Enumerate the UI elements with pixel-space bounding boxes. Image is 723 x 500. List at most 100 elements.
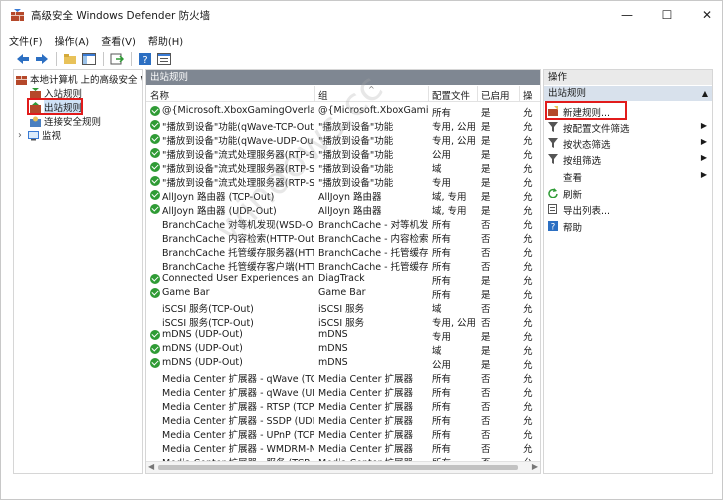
action-item[interactable]: 导出列表... [544, 201, 712, 217]
table-row[interactable]: BranchCache 托管缓存客户端(HTTP-O... BranchCache… [146, 258, 540, 273]
rule-enabled-cell: 否 [481, 220, 491, 231]
column-divider[interactable] [519, 86, 520, 102]
scroll-right-icon[interactable]: ▶ [532, 462, 538, 471]
column-divider[interactable] [477, 86, 478, 102]
table-row[interactable]: Media Center 扩展器 - RTSP (TCP-Out) Media C… [146, 398, 540, 413]
monitor-icon [28, 130, 39, 140]
rule-action-cell: 允 [523, 444, 533, 455]
column-header-enabled[interactable]: 已启用 [481, 88, 510, 102]
action-item[interactable]: 按组筛选 ▶ [544, 151, 712, 167]
tree-root-label: 本地计算机 上的高级安全 Windows [30, 75, 142, 86]
export-icon[interactable] [109, 51, 125, 67]
rule-enabled-cell: 是 [481, 150, 491, 161]
rule-name-cell: Connected User Experiences and Tel... [162, 273, 314, 284]
properties-icon[interactable] [156, 51, 172, 67]
menu-action[interactable]: 操作(A) [55, 33, 90, 48]
rule-name-cell: "播放到设备"功能(qWave-UDP-Out) [162, 136, 314, 147]
action-item[interactable]: 按状态筛选 ▶ [544, 135, 712, 151]
rule-profile-cell: 公用 [432, 360, 452, 371]
navigation-tree: 本地计算机 上的高级安全 Windows 入站规则 出站规则 连接安全规则 › … [13, 69, 143, 474]
table-row[interactable]: mDNS (UDP-Out) mDNS 公用 是 允 [146, 356, 540, 371]
table-row[interactable]: "播放到设备"流式处理服务器(RTP-Strea... "播放到设备"功能 公用 是 允 [146, 146, 540, 161]
submenu-arrow-icon: ▶ [700, 121, 707, 130]
enabled-check-icon [150, 288, 160, 298]
submenu-arrow-icon: ▶ [700, 170, 707, 179]
table-row[interactable]: Game Bar Game Bar 所有 是 允 [146, 286, 540, 301]
rule-group-cell: AllJoyn 路由器 [318, 192, 382, 203]
table-row[interactable]: "播放到设备"流式处理服务器(RTP-Strea... "播放到设备"功能 专用 是 允 [146, 174, 540, 189]
rule-profile-cell: 公用 [432, 150, 452, 161]
rule-name-cell: Media Center 扩展器 - SSDP (UDP-Out) [162, 416, 314, 427]
rule-name-cell: @{Microsoft.XboxGamingOverlay_2.6... [162, 105, 314, 116]
rule-group-cell: @{Microsoft.XboxGamin... [318, 105, 428, 116]
enabled-check-icon [150, 204, 160, 214]
help-icon[interactable]: ? [137, 51, 153, 67]
table-row[interactable]: Media Center 扩展器 - UPnP (TCP-Out) Media C… [146, 426, 540, 441]
menu-file[interactable]: 文件(F) [9, 33, 43, 48]
collapse-caret-icon[interactable]: ▲ [702, 86, 708, 101]
table-row[interactable]: Media Center 扩展器 - WMDRM-ND/... Media Cen… [146, 440, 540, 455]
rule-name-cell: AllJoyn 路由器 (TCP-Out) [162, 192, 275, 203]
table-row[interactable]: mDNS (UDP-Out) mDNS 专用 是 允 [146, 328, 540, 343]
back-icon[interactable] [15, 51, 31, 67]
maximize-button[interactable]: ☐ [647, 1, 687, 29]
toolbar: ? [1, 49, 722, 69]
menu-help[interactable]: 帮助(H) [148, 33, 183, 48]
column-divider[interactable] [428, 86, 429, 102]
scroll-left-icon[interactable]: ◀ [148, 462, 154, 471]
forward-icon[interactable] [34, 51, 50, 67]
table-row[interactable]: AllJoyn 路由器 (UDP-Out) AllJoyn 路由器 域, 专用 是 允 [146, 202, 540, 217]
table-row[interactable]: AllJoyn 路由器 (TCP-Out) AllJoyn 路由器 域, 专用 是 允 [146, 188, 540, 203]
rule-name-cell: Media Center 扩展器 - qWave (UDP-... [162, 388, 314, 399]
action-label: 按配置文件筛选 [563, 124, 630, 135]
column-header-name[interactable]: 名称 [150, 88, 169, 102]
tree-item-monitor[interactable]: › 监视 [18, 128, 61, 143]
table-row[interactable]: Connected User Experiences and Tel... Dia… [146, 272, 540, 287]
table-row[interactable]: mDNS (UDP-Out) mDNS 域 是 允 [146, 342, 540, 357]
table-row[interactable]: BranchCache 托管缓存服务器(HTTP-O... BranchCache… [146, 244, 540, 259]
table-row[interactable]: "播放到设备"功能(qWave-TCP-Out) "播放到设备"功能 专用, 公用是… [146, 118, 540, 133]
rule-action-cell: 允 [523, 262, 533, 273]
table-row[interactable]: "播放到设备"流式处理服务器(RTP-Strea... "播放到设备"功能 域 是 允 [146, 160, 540, 175]
rule-name-cell: Media Center 扩展器 - UPnP (TCP-Out) [162, 430, 314, 441]
horizontal-scrollbar[interactable]: ◀ ▶ [146, 461, 540, 473]
enabled-check-icon [150, 120, 160, 130]
table-row[interactable]: iSCSI 服务(TCP-Out) iSCSI 服务 域 否 允 [146, 300, 540, 315]
action-item[interactable]: 刷新 [544, 185, 712, 201]
folder-up-icon[interactable] [62, 51, 78, 67]
submenu-arrow-icon: ▶ [700, 137, 707, 146]
column-header-group[interactable]: 组 [318, 88, 328, 102]
action-item[interactable]: 按配置文件筛选 ▶ [544, 119, 712, 135]
expander-icon[interactable]: › [18, 130, 28, 141]
rule-enabled-cell: 是 [481, 178, 491, 189]
scrollbar-thumb[interactable] [158, 465, 518, 470]
actions-section-header[interactable]: 出站规则 ▲ [544, 86, 712, 101]
rule-group-cell: BranchCache - 对等机发现... [318, 220, 428, 231]
tree-root[interactable]: 本地计算机 上的高级安全 Windows [16, 72, 142, 86]
action-item[interactable]: ? 帮助 [544, 218, 712, 234]
column-header-action[interactable]: 操 [523, 88, 533, 102]
table-row[interactable]: Media Center 扩展器 - qWave (TCP-O... Media … [146, 370, 540, 385]
rule-name-cell: mDNS (UDP-Out) [162, 329, 243, 340]
column-header-profile[interactable]: 配置文件 [432, 88, 470, 102]
toolbar-separator [131, 52, 132, 66]
table-row[interactable]: Media Center 扩展器 - SSDP (UDP-Out) Media C… [146, 412, 540, 427]
show-hide-tree-icon[interactable] [81, 51, 97, 67]
table-row[interactable]: BranchCache 内容检索(HTTP-Out) BranchCache - … [146, 230, 540, 245]
menu-view[interactable]: 查看(V) [101, 33, 136, 48]
minimize-button[interactable]: — [607, 1, 647, 29]
rule-profile-cell: 所有 [432, 220, 452, 231]
table-row[interactable]: BranchCache 对等机发现(WSD-Out) BranchCache - … [146, 216, 540, 231]
rule-action-cell: 允 [523, 402, 533, 413]
rule-group-cell: Media Center 扩展器 [318, 388, 414, 399]
action-item[interactable]: 查看 ▶ [544, 168, 712, 184]
column-divider[interactable] [314, 86, 315, 102]
tree-item-connection-security[interactable]: 连接安全规则 [30, 114, 101, 128]
action-item[interactable]: 新建规则... [544, 101, 712, 120]
table-row[interactable]: Media Center 扩展器 - qWave (UDP-... Media C… [146, 384, 540, 399]
close-button[interactable]: ✕ [687, 1, 723, 29]
table-row[interactable]: @{Microsoft.XboxGamingOverlay_2.6... @{Mi… [146, 104, 540, 119]
enabled-check-icon [150, 106, 160, 116]
table-row[interactable]: iSCSI 服务(TCP-Out) iSCSI 服务 专用, 公用否 允 [146, 314, 540, 329]
table-row[interactable]: "播放到设备"功能(qWave-UDP-Out) "播放到设备"功能 专用, 公用是… [146, 132, 540, 147]
